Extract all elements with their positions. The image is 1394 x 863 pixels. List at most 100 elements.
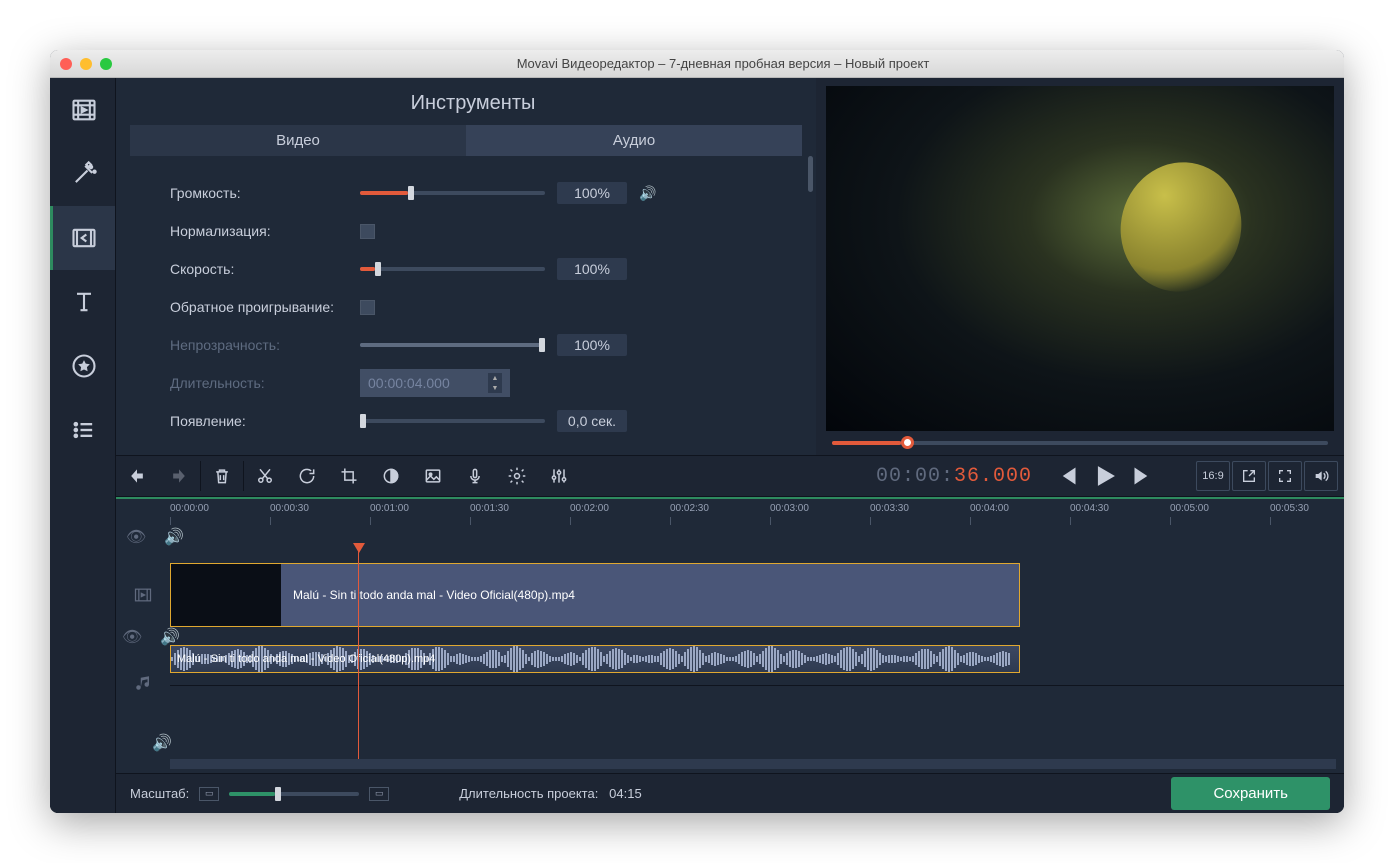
play-button[interactable] xyxy=(1088,461,1122,491)
record-button[interactable] xyxy=(454,455,496,497)
fadein-label: Появление: xyxy=(170,413,360,429)
maximize-icon[interactable] xyxy=(100,58,112,70)
sidebar-item-transitions[interactable] xyxy=(50,206,115,270)
tab-audio[interactable]: Аудио xyxy=(466,125,802,156)
sidebar-item-filters[interactable] xyxy=(50,142,115,206)
spinner-down-icon: ▼ xyxy=(488,383,502,393)
opacity-slider xyxy=(360,343,545,347)
minimize-icon[interactable] xyxy=(80,58,92,70)
reverse-checkbox[interactable] xyxy=(360,300,375,315)
window-controls xyxy=(60,58,112,70)
cut-button[interactable] xyxy=(244,455,286,497)
normalize-checkbox[interactable] xyxy=(360,224,375,239)
volume-value: 100% xyxy=(557,182,627,204)
project-duration-value: 04:15 xyxy=(609,786,642,801)
ruler-tick: 00:02:30 xyxy=(670,503,709,514)
sidebar xyxy=(50,78,116,813)
next-button[interactable] xyxy=(1126,461,1160,491)
music-track-icon[interactable] xyxy=(116,659,170,707)
video-track-icon[interactable] xyxy=(116,561,170,629)
fadein-slider[interactable] xyxy=(360,419,545,423)
app-window: Movavi Видеоредактор – 7-дневная пробная… xyxy=(50,50,1344,813)
image-button[interactable] xyxy=(412,455,454,497)
titlebar: Movavi Видеоредактор – 7-дневная пробная… xyxy=(50,50,1344,78)
sidebar-item-titles[interactable] xyxy=(50,270,115,334)
tab-video[interactable]: Видео xyxy=(130,125,466,156)
color-button[interactable] xyxy=(370,455,412,497)
rotate-button[interactable] xyxy=(286,455,328,497)
ruler-tick: 00:04:00 xyxy=(970,503,1009,514)
ruler-tick: 00:04:30 xyxy=(1070,503,1109,514)
clip-thumbnail xyxy=(171,564,281,626)
tools-panel: Инструменты Видео Аудио Громкость: 100% xyxy=(116,78,816,455)
duration-input: 00:00:04.000 ▲▼ xyxy=(360,369,510,397)
mid-toolbar: 00:00:36.000 16:9 xyxy=(116,455,1344,497)
video-clip[interactable]: Malú - Sin ti todo anda mal - Video Ofic… xyxy=(170,563,1020,627)
volume-slider[interactable] xyxy=(360,191,545,195)
video-track[interactable]: Malú - Sin ti todo anda mal - Video Ofic… xyxy=(170,561,1344,629)
spinner-up-icon: ▲ xyxy=(488,373,502,383)
tools-tabs: Видео Аудио xyxy=(130,125,802,156)
audio-button[interactable] xyxy=(1304,461,1338,491)
ruler-tick: 00:05:30 xyxy=(1270,503,1309,514)
project-duration-label: Длительность проекта: xyxy=(459,786,598,801)
popout-button[interactable] xyxy=(1232,461,1266,491)
ruler-tick: 00:02:00 xyxy=(570,503,609,514)
close-icon[interactable] xyxy=(60,58,72,70)
undo-button[interactable] xyxy=(116,455,158,497)
clip-label: Malú - Sin ti todo anda mal - Video Ofic… xyxy=(293,588,575,602)
speed-label: Скорость: xyxy=(170,261,360,277)
audio-clip[interactable]: Malú - Sin ti todo anda mal - Video Ofic… xyxy=(170,645,1020,673)
equalizer-button[interactable] xyxy=(538,455,580,497)
opacity-label: Непрозрачность: xyxy=(170,337,360,353)
save-button[interactable]: Сохранить xyxy=(1171,777,1330,810)
sidebar-item-more[interactable] xyxy=(50,398,115,462)
sidebar-item-media[interactable] xyxy=(50,78,115,142)
normalize-label: Нормализация: xyxy=(170,223,360,239)
volume-icon[interactable]: 🔊 xyxy=(152,733,172,753)
ruler-tick: 00:01:00 xyxy=(370,503,409,514)
preview-frame xyxy=(826,86,1334,431)
volume-label: Громкость: xyxy=(170,185,360,201)
zoom-out-button[interactable]: ▭ xyxy=(199,787,219,801)
horizontal-scrollbar[interactable] xyxy=(170,759,1336,769)
tools-title: Инструменты xyxy=(130,92,816,115)
zoom-slider[interactable] xyxy=(229,792,359,796)
audio-clip-label: Malú - Sin ti todo anda mal - Video Ofic… xyxy=(177,653,435,665)
preview-area xyxy=(816,78,1344,455)
ruler-tick: 00:01:30 xyxy=(470,503,509,514)
music-track[interactable] xyxy=(170,685,1344,733)
window-title: Movavi Видеоредактор – 7-дневная пробная… xyxy=(112,56,1334,71)
audio-track[interactable]: Malú - Sin ti todo anda mal - Video Ofic… xyxy=(170,645,1344,675)
prev-button[interactable] xyxy=(1050,461,1084,491)
eye-icon[interactable]: 👁 xyxy=(126,527,146,547)
timeline-ruler[interactable]: 00:00:0000:00:3000:01:0000:01:3000:02:00… xyxy=(116,499,1344,529)
timeline-tracks: Malú - Sin ti todo anda mal - Video Ofic… xyxy=(116,545,1344,759)
zoom-in-button[interactable]: ▭ xyxy=(369,787,389,801)
sidebar-item-stickers[interactable] xyxy=(50,334,115,398)
speed-value: 100% xyxy=(557,258,627,280)
crop-button[interactable] xyxy=(328,455,370,497)
speed-slider[interactable] xyxy=(360,267,545,271)
fullscreen-button[interactable] xyxy=(1268,461,1302,491)
timeline: 00:00:0000:00:3000:01:0000:01:3000:02:00… xyxy=(116,497,1344,773)
delete-button[interactable] xyxy=(201,455,243,497)
reverse-label: Обратное проигрывание: xyxy=(170,299,360,315)
zoom-label: Масштаб: xyxy=(130,786,189,801)
ruler-tick: 00:05:00 xyxy=(1170,503,1209,514)
preview-viewport[interactable] xyxy=(826,86,1334,431)
ruler-tick: 00:03:00 xyxy=(770,503,809,514)
scrollbar-thumb[interactable] xyxy=(808,156,813,192)
aspect-button[interactable]: 16:9 xyxy=(1196,461,1230,491)
redo-button[interactable] xyxy=(158,455,200,497)
preview-seekbar[interactable] xyxy=(826,431,1334,455)
ruler-tick: 00:03:30 xyxy=(870,503,909,514)
volume-icon[interactable]: 🔊 xyxy=(639,185,656,202)
fadein-value: 0,0 сек. xyxy=(557,410,627,432)
opacity-value: 100% xyxy=(557,334,627,356)
footer: Масштаб: ▭ ▭ Длительность проекта: 04:15… xyxy=(116,773,1344,813)
timecode-display: 00:00:36.000 xyxy=(876,465,1032,488)
duration-label: Длительность: xyxy=(170,375,360,391)
settings-button[interactable] xyxy=(496,455,538,497)
volume-icon[interactable]: 🔊 xyxy=(164,527,184,547)
